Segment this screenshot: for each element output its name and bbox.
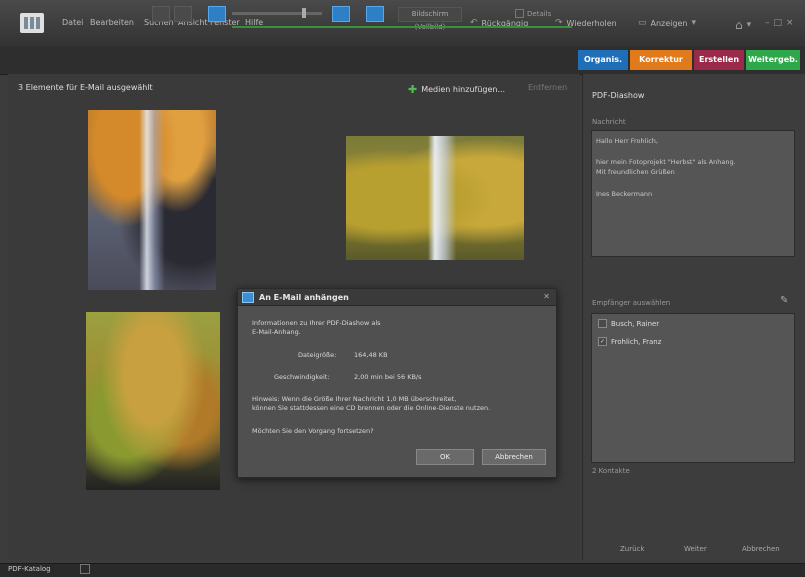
panel-title: PDF-Diashow: [592, 91, 645, 100]
message-line: hier mein Fotoprojekt "Herbst" als Anhan…: [596, 158, 736, 166]
progress-line: [232, 26, 572, 28]
transfer-time-label: Geschwindigkeit:: [274, 373, 330, 381]
message-line: Ines Beckermann: [596, 190, 653, 198]
message-line: Hallo Herr Frohlich,: [596, 137, 658, 145]
compare-view-icon[interactable]: [174, 6, 192, 22]
dialog-warning-line2: können Sie stattdessen eine CD brennen o…: [252, 404, 491, 412]
menu-file[interactable]: Datei: [62, 18, 83, 27]
zoom-slider-handle[interactable]: [302, 8, 306, 18]
selection-count-label: 3 Elemente für E-Mail ausgewählt: [18, 83, 153, 92]
close-icon[interactable]: ✕: [543, 292, 550, 301]
recipient-checkbox[interactable]: [598, 319, 607, 328]
dialog-title: An E-Mail anhängen: [259, 292, 349, 302]
remove-button[interactable]: Entfernen: [528, 83, 567, 92]
monitor-icon[interactable]: [366, 6, 384, 22]
chevron-down-icon: ▾: [691, 18, 697, 28]
photo-thumbnail[interactable]: [86, 312, 220, 490]
display-icon: ▭: [638, 18, 647, 28]
file-size-label: Dateigröße:: [298, 351, 337, 359]
fullscreen-button[interactable]: Bildschirm (Vollbild): [398, 7, 462, 31]
transfer-time-value: 2,00 min bei 56 KB/s: [354, 373, 422, 381]
app-logo-icon[interactable]: [20, 13, 44, 33]
status-icon[interactable]: [80, 564, 90, 574]
next-button[interactable]: Weiter: [684, 545, 707, 553]
grid-view-icon[interactable]: [208, 6, 226, 22]
dialog-question: Möchten Sie den Vorgang fortsetzen?: [252, 427, 374, 435]
tab-share[interactable]: Weitergeb.: [746, 50, 800, 70]
single-view-icon[interactable]: [152, 6, 170, 22]
home-icon: ⌂: [735, 18, 743, 32]
tab-organize[interactable]: Organis.: [578, 50, 628, 70]
photo-thumbnail[interactable]: [88, 110, 216, 290]
file-size-value: 164,48 KB: [354, 351, 388, 359]
dialog-intro-line2: E-Mail-Anhang.: [252, 328, 301, 336]
status-bar: [0, 563, 805, 577]
email-attach-dialog: An E-Mail anhängen ✕ Informationen zu Ih…: [237, 288, 557, 478]
photo-thumbnail[interactable]: [346, 136, 524, 260]
back-button[interactable]: Zurück: [620, 545, 644, 553]
details-toggle[interactable]: Details: [515, 9, 551, 18]
home-button[interactable]: ⌂ ▾: [735, 18, 751, 32]
message-line: Mit freundlichen Grüßen: [596, 168, 675, 176]
recipient-item[interactable]: ✓ Frohlich, Franz: [598, 337, 661, 346]
cancel-button[interactable]: Abbrechen: [482, 449, 546, 465]
contact-count: 2 Kontakte: [592, 467, 630, 475]
display-menu-button[interactable]: ▭ Anzeigen ▾: [638, 18, 696, 28]
window-controls: – □ ×: [765, 18, 794, 28]
recipients-list: [591, 313, 795, 463]
ok-button[interactable]: OK: [416, 449, 474, 465]
recipients-label: Empfänger auswählen: [592, 299, 671, 307]
menu-edit[interactable]: Bearbeiten: [90, 18, 134, 27]
plus-icon: ✚: [408, 83, 418, 96]
dialog-warning-line1: Hinweis: Wenn die Größe Ihrer Nachricht …: [252, 395, 457, 403]
maximize-icon[interactable]: □: [774, 18, 783, 28]
large-thumbnail-icon[interactable]: [332, 6, 350, 22]
dialog-intro-line1: Informationen zu Ihrer PDF-Diashow als: [252, 319, 381, 327]
recipient-item[interactable]: Busch, Rainer: [598, 319, 659, 328]
tab-create[interactable]: Erstellen: [694, 50, 744, 70]
message-label: Nachricht: [592, 118, 626, 126]
minimize-icon[interactable]: –: [765, 18, 770, 28]
zoom-slider[interactable]: [232, 12, 322, 15]
details-checkbox[interactable]: [515, 9, 524, 18]
edit-contacts-icon[interactable]: ✎: [780, 295, 788, 306]
dialog-titlebar: An E-Mail anhängen ✕: [238, 289, 556, 306]
chevron-down-icon: ▾: [746, 20, 752, 30]
panel-cancel-button[interactable]: Abbrechen: [742, 545, 780, 553]
recipient-checkbox[interactable]: ✓: [598, 337, 607, 346]
close-icon[interactable]: ×: [786, 18, 794, 28]
app-icon: [242, 291, 254, 303]
tab-correct[interactable]: Korrektur: [630, 50, 692, 70]
status-label: PDF-Katalog: [8, 565, 51, 573]
add-media-button[interactable]: ✚ Medien hinzufügen...: [408, 83, 505, 96]
